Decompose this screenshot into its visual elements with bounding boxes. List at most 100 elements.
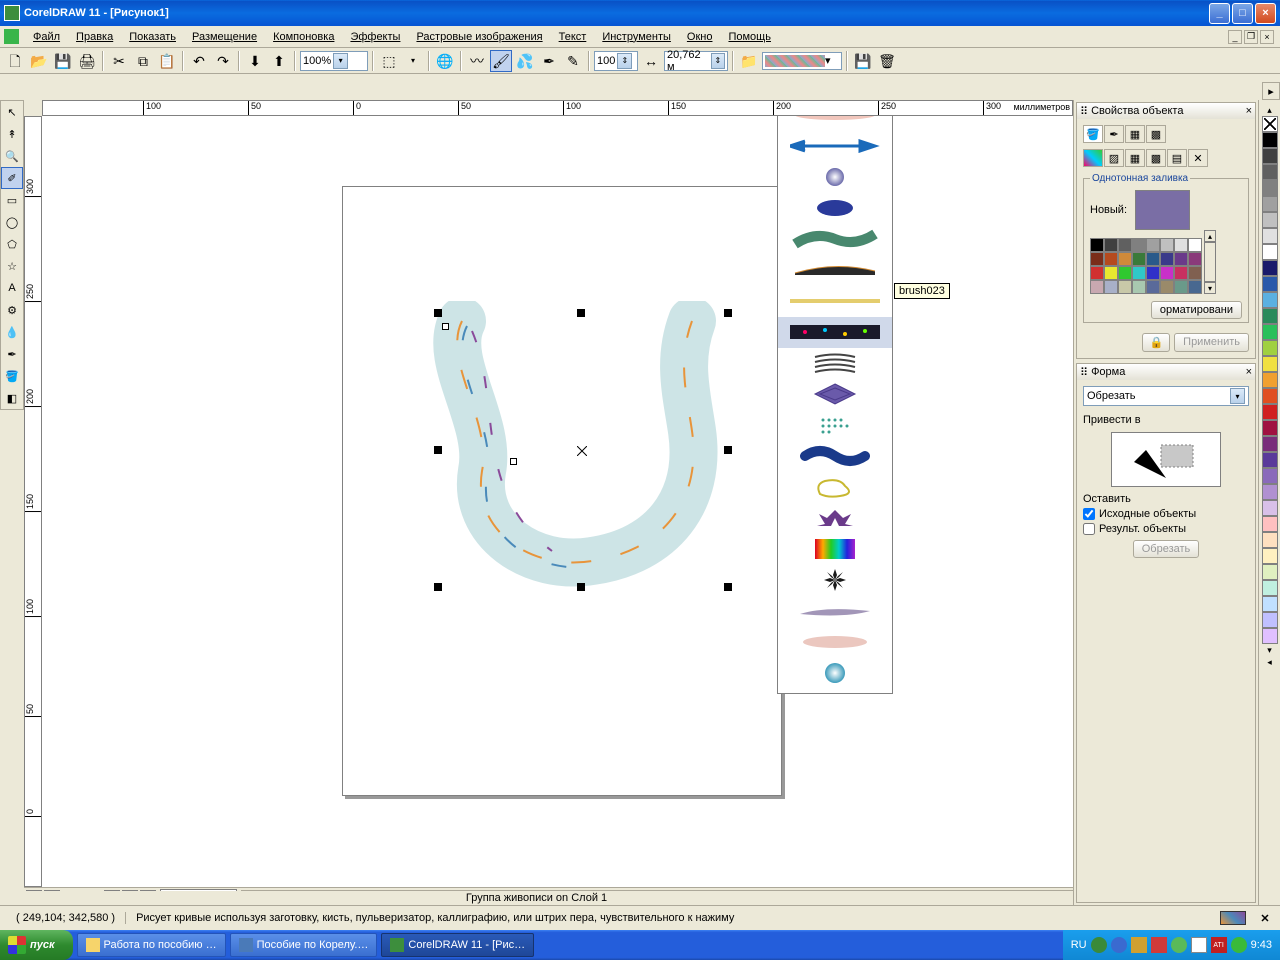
brush-preset-item[interactable] [778, 627, 892, 658]
color-swatch[interactable] [1262, 324, 1278, 340]
color-swatch[interactable] [1188, 252, 1202, 266]
tray-icon[interactable] [1111, 937, 1127, 953]
palette-flyout[interactable]: ◂ [1262, 656, 1278, 668]
save-button[interactable]: 💾 [52, 50, 74, 72]
color-swatch[interactable] [1262, 372, 1278, 388]
color-swatch[interactable] [1262, 148, 1278, 164]
docker-toggle-icon[interactable]: ▸ [1262, 82, 1280, 100]
selection-handle[interactable] [434, 446, 442, 454]
selection-handle[interactable] [724, 446, 732, 454]
tray-icon[interactable] [1191, 937, 1207, 953]
color-swatch[interactable] [1160, 252, 1174, 266]
menu-tools[interactable]: Инструменты [594, 29, 679, 45]
selection-handle[interactable] [577, 309, 585, 317]
fill-tool[interactable]: 🪣 [1, 365, 23, 387]
brush-preset-item[interactable] [778, 503, 892, 534]
color-swatch[interactable] [1262, 212, 1278, 228]
color-swatch[interactable] [1132, 252, 1146, 266]
docker-header[interactable]: ⠿ Форма × [1077, 364, 1255, 380]
color-swatch[interactable] [1262, 404, 1278, 420]
menu-arrange[interactable]: Компоновка [265, 29, 342, 45]
color-swatch[interactable] [1146, 280, 1160, 294]
color-swatch[interactable] [1262, 580, 1278, 596]
color-swatch[interactable] [1132, 266, 1146, 280]
launch-button[interactable]: 🌐 [434, 50, 456, 72]
new-button[interactable]: 🗋 [4, 50, 26, 72]
undo-button[interactable]: ↶ [188, 50, 210, 72]
trim-button[interactable]: Обрезать [1133, 540, 1200, 558]
color-swatch[interactable] [1118, 252, 1132, 266]
color-swatch[interactable] [1262, 500, 1278, 516]
minimize-button[interactable]: _ [1209, 3, 1230, 24]
color-swatch[interactable] [1262, 452, 1278, 468]
mdi-restore-button[interactable]: ❐ [1244, 30, 1258, 44]
docker-header[interactable]: ⠿ Свойства объекта × [1077, 103, 1255, 119]
brush-preset-item[interactable] [778, 534, 892, 565]
selection-handle[interactable] [434, 583, 442, 591]
tray-icon[interactable] [1171, 937, 1187, 953]
brush-preset-item[interactable] [778, 410, 892, 441]
texture-fill-icon[interactable]: ▩ [1146, 149, 1166, 167]
tray-icon[interactable] [1131, 937, 1147, 953]
brush-tool-icon[interactable]: 🖌 [490, 50, 512, 72]
mdi-close-button[interactable]: × [1260, 30, 1274, 44]
brush-preset-item[interactable] [778, 255, 892, 286]
palette-scroll-down[interactable]: ▾ [1262, 644, 1278, 656]
color-swatch[interactable] [1262, 436, 1278, 452]
brush-preset-item[interactable] [778, 224, 892, 255]
color-picker-grid[interactable] [1090, 238, 1202, 294]
palette-scroll-down[interactable]: ▾ [1204, 282, 1216, 294]
pressure-tool-icon[interactable]: ✎ [562, 50, 584, 72]
color-swatch[interactable] [1262, 244, 1278, 260]
checkbox-input[interactable] [1083, 508, 1095, 520]
pattern-fill-icon[interactable]: ▦ [1125, 149, 1145, 167]
color-swatch[interactable] [1174, 252, 1188, 266]
close-button[interactable]: × [1255, 3, 1276, 24]
taskbar-task[interactable]: Пособие по Корелу.… [230, 933, 378, 957]
calligraphy-tool-icon[interactable]: ✒ [538, 50, 560, 72]
rectangle-tool[interactable]: ▭ [1, 189, 23, 211]
color-swatch[interactable] [1104, 238, 1118, 252]
preset-tool-icon[interactable]: 〰 [466, 50, 488, 72]
cut-button[interactable]: ✂ [108, 50, 130, 72]
brush-preset-item[interactable] [778, 596, 892, 627]
color-swatch[interactable] [1132, 238, 1146, 252]
clock[interactable]: 9:43 [1251, 939, 1272, 951]
brush-preset-dropdown[interactable] [777, 116, 893, 694]
print-button[interactable]: 🖨 [76, 50, 98, 72]
color-swatch[interactable] [1262, 260, 1278, 276]
result-objects-checkbox[interactable]: Результ. объекты [1083, 523, 1249, 535]
color-swatch[interactable] [1262, 484, 1278, 500]
system-tray[interactable]: RU ATI 9:43 [1063, 930, 1280, 960]
brush-preset-item[interactable] [778, 379, 892, 410]
menu-help[interactable]: Помощь [720, 29, 779, 45]
eyedropper-tool[interactable]: 💧 [1, 321, 23, 343]
format-button[interactable]: орматировани [1151, 301, 1242, 319]
checkbox-input[interactable] [1083, 523, 1095, 535]
new-color-swatch[interactable] [1135, 190, 1190, 230]
copy-button[interactable]: ⧉ [132, 50, 154, 72]
color-swatch[interactable] [1104, 266, 1118, 280]
color-swatch[interactable] [1262, 196, 1278, 212]
color-swatch[interactable] [1188, 280, 1202, 294]
color-swatch[interactable] [1262, 612, 1278, 628]
brush-preset-item[interactable] [778, 689, 892, 694]
brush-preset-item[interactable] [778, 441, 892, 472]
snap-button[interactable]: ⬚ [378, 50, 400, 72]
menu-text[interactable]: Текст [551, 29, 595, 45]
redo-button[interactable]: ↷ [212, 50, 234, 72]
save-brush-button[interactable]: 💾 [852, 50, 874, 72]
tray-icon[interactable] [1231, 937, 1247, 953]
taskbar-task[interactable]: CorelDRAW 11 - [Рис… [381, 933, 534, 957]
brush-preview-combo[interactable]: ▾ [762, 52, 842, 70]
color-swatch[interactable] [1146, 266, 1160, 280]
color-swatch[interactable] [1262, 548, 1278, 564]
polygon-tool[interactable]: ⬠ [1, 233, 23, 255]
outline-indicator-icon[interactable]: ✕ [1256, 911, 1274, 925]
color-swatch[interactable] [1262, 628, 1278, 644]
node-handle[interactable] [442, 323, 449, 330]
open-button[interactable]: 📂 [28, 50, 50, 72]
menu-layout[interactable]: Размещение [184, 29, 265, 45]
maximize-button[interactable]: □ [1232, 3, 1253, 24]
color-swatch[interactable] [1118, 266, 1132, 280]
